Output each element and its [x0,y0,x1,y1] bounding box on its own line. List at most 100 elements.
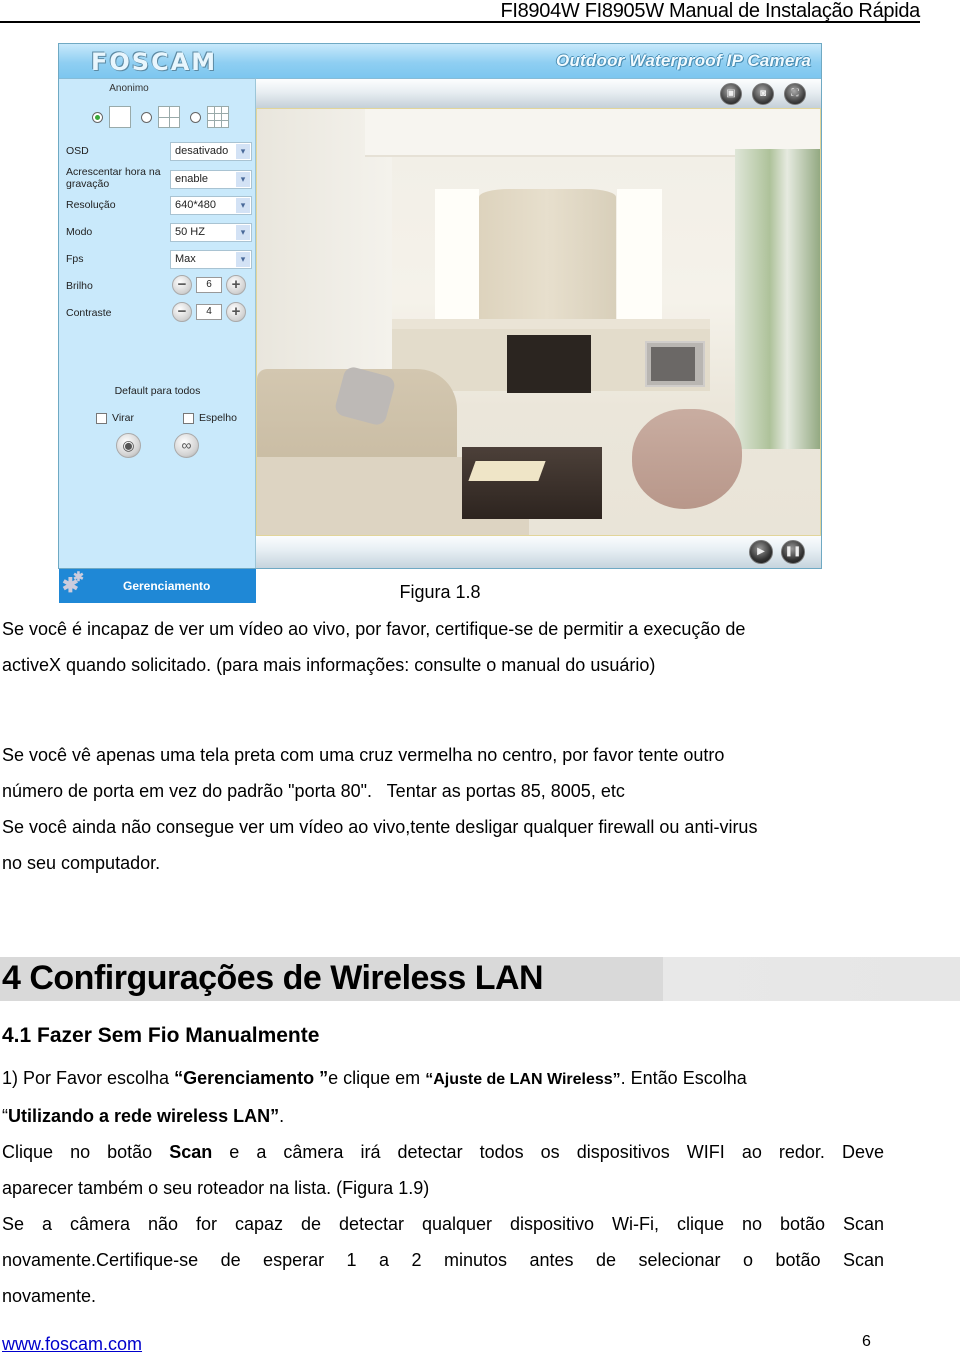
text-run: e a câmera irá detectar todos os disposi… [212,1142,884,1162]
play-icon[interactable]: ▶ [749,540,773,564]
camera-ui-header: FOSCAM Outdoor Waterproof IP Camera [59,44,821,78]
brightness-label: Brilho [66,280,93,292]
brightness-value[interactable]: 6 [196,277,222,293]
video-scene-table [462,447,602,519]
chevron-down-icon: ▾ [236,198,250,213]
paragraph-steps: 1) Por Favor escolha “Gerenciamento ”e c… [2,1060,884,1314]
contrast-value[interactable]: 4 [196,304,222,320]
camera-model-title: Outdoor Waterproof IP Camera [556,51,811,70]
step1-line: 1) Por Favor escolha “Gerenciamento ”e c… [2,1060,884,1098]
chevron-down-icon: ▾ [236,225,250,240]
eye-off-icon[interactable]: ∞ [174,433,199,458]
text-run: Clique no botão [2,1142,170,1162]
osd-value: desativado [175,145,229,157]
video-scene-chair [632,409,742,509]
brightness-stepper: − 6 + [172,275,246,295]
timestamp-label: Acrescentar hora na gravação [66,166,161,190]
text-run: . [279,1106,285,1126]
mode-value: 50 HZ [175,226,205,238]
layout-radio-quad[interactable] [141,111,152,123]
video-scene-glass-door [735,149,820,449]
layout-radio-nine[interactable] [190,111,201,123]
mode-select[interactable]: 50 HZ ▾ [170,223,252,242]
video-scene-window [617,189,662,319]
chevron-down-icon: ▾ [236,252,250,267]
flip-checkbox[interactable] [96,412,107,424]
contrast-stepper: − 4 + [172,302,246,322]
figure-caption: Figura 1.8 [0,582,880,603]
resolution-select[interactable]: 640*480 ▾ [170,196,252,215]
quad-view-icon[interactable] [158,106,180,128]
osd-select[interactable]: desativado ▾ [170,142,252,161]
mirror-checkbox[interactable] [183,412,194,424]
menu-reference-wireless-lan: “Ajuste de LAN Wireless” [425,1071,621,1088]
user-name: Anonimo [109,83,149,94]
default-all-button[interactable]: Default para todos [59,385,256,397]
layout-radio-single[interactable] [92,111,103,123]
paragraph-port: Se você vê apenas uma tela preta com uma… [2,737,884,881]
menu-reference-management: “Gerenciamento ” [174,1068,329,1088]
footer-website-link[interactable]: www.foscam.com [2,1334,142,1355]
option-reference-use-wireless: Utilizando a rede wireless LAN” [8,1106,280,1126]
single-view-icon[interactable] [109,106,131,128]
text-run: 1) Por Favor escolha [2,1068,175,1088]
flip-checkbox-row[interactable]: Virar [96,412,134,424]
video-toolbar: ▣ ◙ ⛶ [256,78,821,108]
text-run: . Então Escolha [620,1068,747,1088]
record-icon[interactable]: ▣ [720,83,742,105]
text-line: Se você ainda não consegue ver um vídeo … [2,817,758,837]
fps-label: Fps [66,253,84,265]
video-scene-fireplace [507,335,591,393]
osd-field: OSD desativado ▾ [66,142,252,162]
resolution-field: Resolução 640*480 ▾ [66,196,252,216]
timestamp-field: Acrescentar hora na gravação enable ▾ [66,166,252,190]
video-scene-window [435,189,479,319]
chevron-down-icon: ▾ [236,172,250,187]
step1-line2: “Utilizando a rede wireless LAN”. [2,1098,884,1134]
playback-bar: ▶ ❚❚ [256,536,821,568]
page-number: 6 [862,1333,871,1350]
text-line: novamente.Certifique-se de esperar 1 a 2… [2,1250,884,1270]
contrast-label: Contraste [66,307,112,319]
timestamp-value: enable [175,173,209,185]
text-run: e clique em [328,1068,426,1088]
mode-field: Modo 50 HZ ▾ [66,223,252,243]
text-line: aparecer também o seu roteador na lista.… [2,1178,430,1198]
subsection-heading: 4.1 Fazer Sem Fio Manualmente [2,1024,320,1047]
running-head: FI8904W FI8905W Manual de Instalação Ráp… [500,0,920,22]
chevron-down-icon: ▾ [236,144,250,159]
snapshot-icon[interactable]: ◙ [752,83,774,105]
text-line: no seu computador. [2,853,161,873]
eye-icon[interactable]: ◉ [116,433,141,458]
nine-view-icon[interactable] [207,106,229,128]
mirror-checkbox-row[interactable]: Espelho [183,412,237,424]
figure-caption-text: Figura 1.8 [399,582,481,602]
pause-icon[interactable]: ❚❚ [781,540,805,564]
osd-label: OSD [66,145,89,157]
running-head-rule [0,21,920,23]
flip-label: Virar [112,412,134,424]
contrast-decrease-button[interactable]: − [172,302,192,322]
brightness-decrease-button[interactable]: − [172,275,192,295]
fullscreen-icon[interactable]: ⛶ [784,83,806,105]
text-line: activeX quando solicitado. (para mais in… [2,655,656,675]
scan-line: Clique no botão Scan e a câmera irá dete… [2,1134,884,1170]
contrast-field: Contraste − 4 + [66,302,252,324]
camera-ui-figure: FOSCAM Outdoor Waterproof IP Camera Anon… [58,43,822,603]
video-scene-tv [645,341,705,387]
text-line: número de porta em vez do padrão "porta … [2,781,625,801]
contrast-increase-button[interactable]: + [226,302,246,322]
timestamp-select[interactable]: enable ▾ [170,170,252,189]
fps-select[interactable]: Max ▾ [170,250,252,269]
section-heading: 4 Confirgurações de Wireless LAN [2,959,544,997]
mirror-label: Espelho [199,412,237,424]
text-line: Se você é incapaz de ver um vídeo ao viv… [2,619,746,639]
mode-label: Modo [66,226,93,238]
fps-field: Fps Max ▾ [66,250,252,270]
brightness-field: Brilho − 6 + [66,275,252,297]
brightness-increase-button[interactable]: + [226,275,246,295]
resolution-label: Resolução [66,199,116,211]
text-line: Se a câmera não for capaz de detectar qu… [2,1214,884,1234]
camera-sidebar: Anonimo OSD desativado ▾ Acrescentar hora… [59,78,256,603]
live-video-feed[interactable] [256,108,821,536]
